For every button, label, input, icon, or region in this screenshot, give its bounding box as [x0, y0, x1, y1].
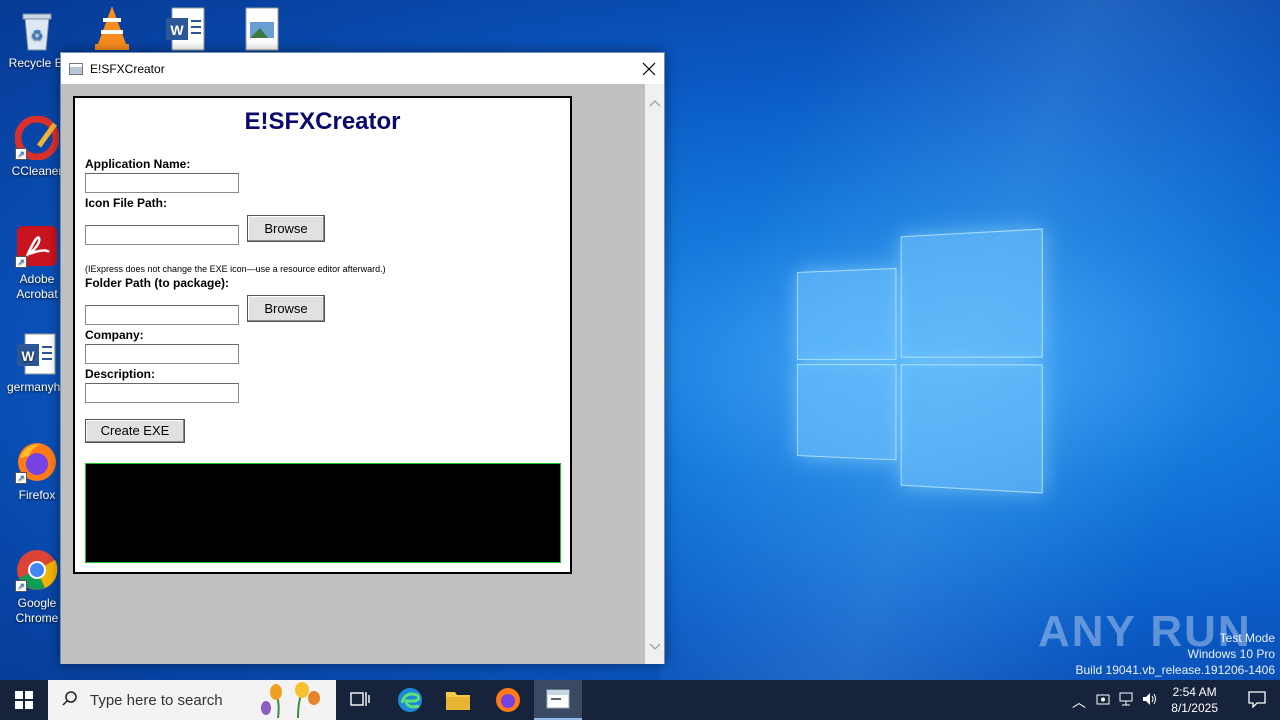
volume-icon[interactable]	[1142, 692, 1158, 709]
app-window-icon	[69, 62, 83, 75]
application-name-label: Application Name:	[85, 157, 191, 171]
search-highlight-flowers-icon	[261, 682, 320, 718]
taskbar-file-explorer-button[interactable]	[434, 680, 482, 720]
build-text: Build 19041.vb_release.191206-1406	[1075, 663, 1276, 677]
windows-start-icon	[15, 691, 33, 709]
meet-now-icon[interactable]	[1096, 692, 1110, 709]
image-file-top-icon[interactable]	[240, 4, 284, 52]
clock-time: 2:54 AM	[1172, 685, 1217, 699]
folder-path-input[interactable]	[85, 305, 239, 325]
os-edition-text: Windows 10 Pro	[1187, 647, 1275, 661]
output-console[interactable]	[85, 463, 561, 563]
sfxcreator-window: E!SFXCreator E!SFXCreator Application Na…	[60, 52, 665, 664]
svg-text:W: W	[21, 348, 35, 364]
taskbar-search-box[interactable]: Type here to search	[48, 680, 336, 720]
scroll-up-icon[interactable]	[645, 96, 664, 110]
test-mode-watermark: Test Mode Windows 10 Pro Build 19041.vb_…	[1076, 630, 1276, 678]
firefox-icon: ↗	[15, 440, 59, 484]
search-icon	[62, 690, 78, 711]
adobe-acrobat-icon: ↗	[15, 224, 59, 268]
company-input[interactable]	[85, 344, 239, 364]
vertical-scrollbar[interactable]	[645, 84, 664, 664]
folder-icon	[446, 692, 470, 710]
window-client-area: E!SFXCreator Application Name: Icon File…	[61, 84, 646, 664]
ccleaner-icon: ↗	[14, 115, 60, 161]
folder-path-label: Folder Path (to package):	[85, 276, 230, 290]
application-name-input[interactable]	[85, 173, 239, 193]
word-document-icon: W	[15, 332, 59, 376]
page-title: E!SFXCreator	[244, 108, 401, 135]
search-placeholder: Type here to search	[90, 691, 223, 709]
taskbar-firefox-button[interactable]	[484, 680, 532, 720]
word-doc-top-icon[interactable]: W	[164, 4, 208, 52]
notification-icon[interactable]	[1248, 690, 1266, 711]
taskbar-edge-button[interactable]	[386, 680, 434, 720]
firefox-taskbar-icon	[496, 688, 520, 712]
start-button[interactable]	[0, 680, 48, 720]
form-panel: E!SFXCreator Application Name: Icon File…	[73, 96, 572, 574]
scroll-down-icon[interactable]	[645, 640, 664, 654]
network-icon[interactable]	[1118, 692, 1134, 709]
company-label: Company:	[85, 328, 144, 342]
window-title: E!SFXCreator	[90, 61, 165, 76]
description-input[interactable]	[85, 383, 239, 403]
recycle-bin-icon: ♻	[15, 8, 59, 52]
system-tray: ︿ 2:54 AM 8/1/2025	[1070, 680, 1280, 720]
icon-file-path-input[interactable]	[85, 225, 239, 245]
description-label: Description:	[85, 367, 156, 381]
icon-note: (IExpress does not change the EXE icon—u…	[85, 264, 386, 274]
windows-wallpaper-logo	[797, 228, 1043, 494]
clock-date: 8/1/2025	[1171, 701, 1218, 715]
browse-folder-button[interactable]: Browse	[247, 295, 325, 322]
svg-text:♻: ♻	[31, 28, 44, 44]
taskbar-sfxcreator-button[interactable]	[534, 680, 582, 720]
close-icon	[642, 62, 656, 76]
icon-file-path-label: Icon File Path:	[85, 196, 168, 210]
taskbar: Type here to search ︿ 2:54 AM 8/1/2025	[0, 680, 1280, 720]
taskbar-clock[interactable]: 2:54 AM 8/1/2025	[1171, 684, 1218, 716]
create-exe-button[interactable]: Create EXE	[85, 419, 185, 443]
close-button[interactable]	[634, 53, 664, 84]
vlc-icon[interactable]	[90, 4, 134, 52]
task-view-button[interactable]	[336, 680, 384, 720]
window-titlebar[interactable]: E!SFXCreator	[61, 53, 664, 84]
chrome-icon: ↗	[15, 548, 59, 592]
chevron-up-icon[interactable]: ︿	[1072, 692, 1086, 712]
test-mode-text: Test Mode	[1219, 631, 1275, 645]
svg-text:W: W	[170, 22, 184, 38]
app-window-taskbar-icon	[546, 689, 570, 709]
browse-icon-button[interactable]: Browse	[247, 215, 325, 242]
task-view-icon	[350, 692, 370, 706]
edge-icon	[398, 688, 422, 712]
